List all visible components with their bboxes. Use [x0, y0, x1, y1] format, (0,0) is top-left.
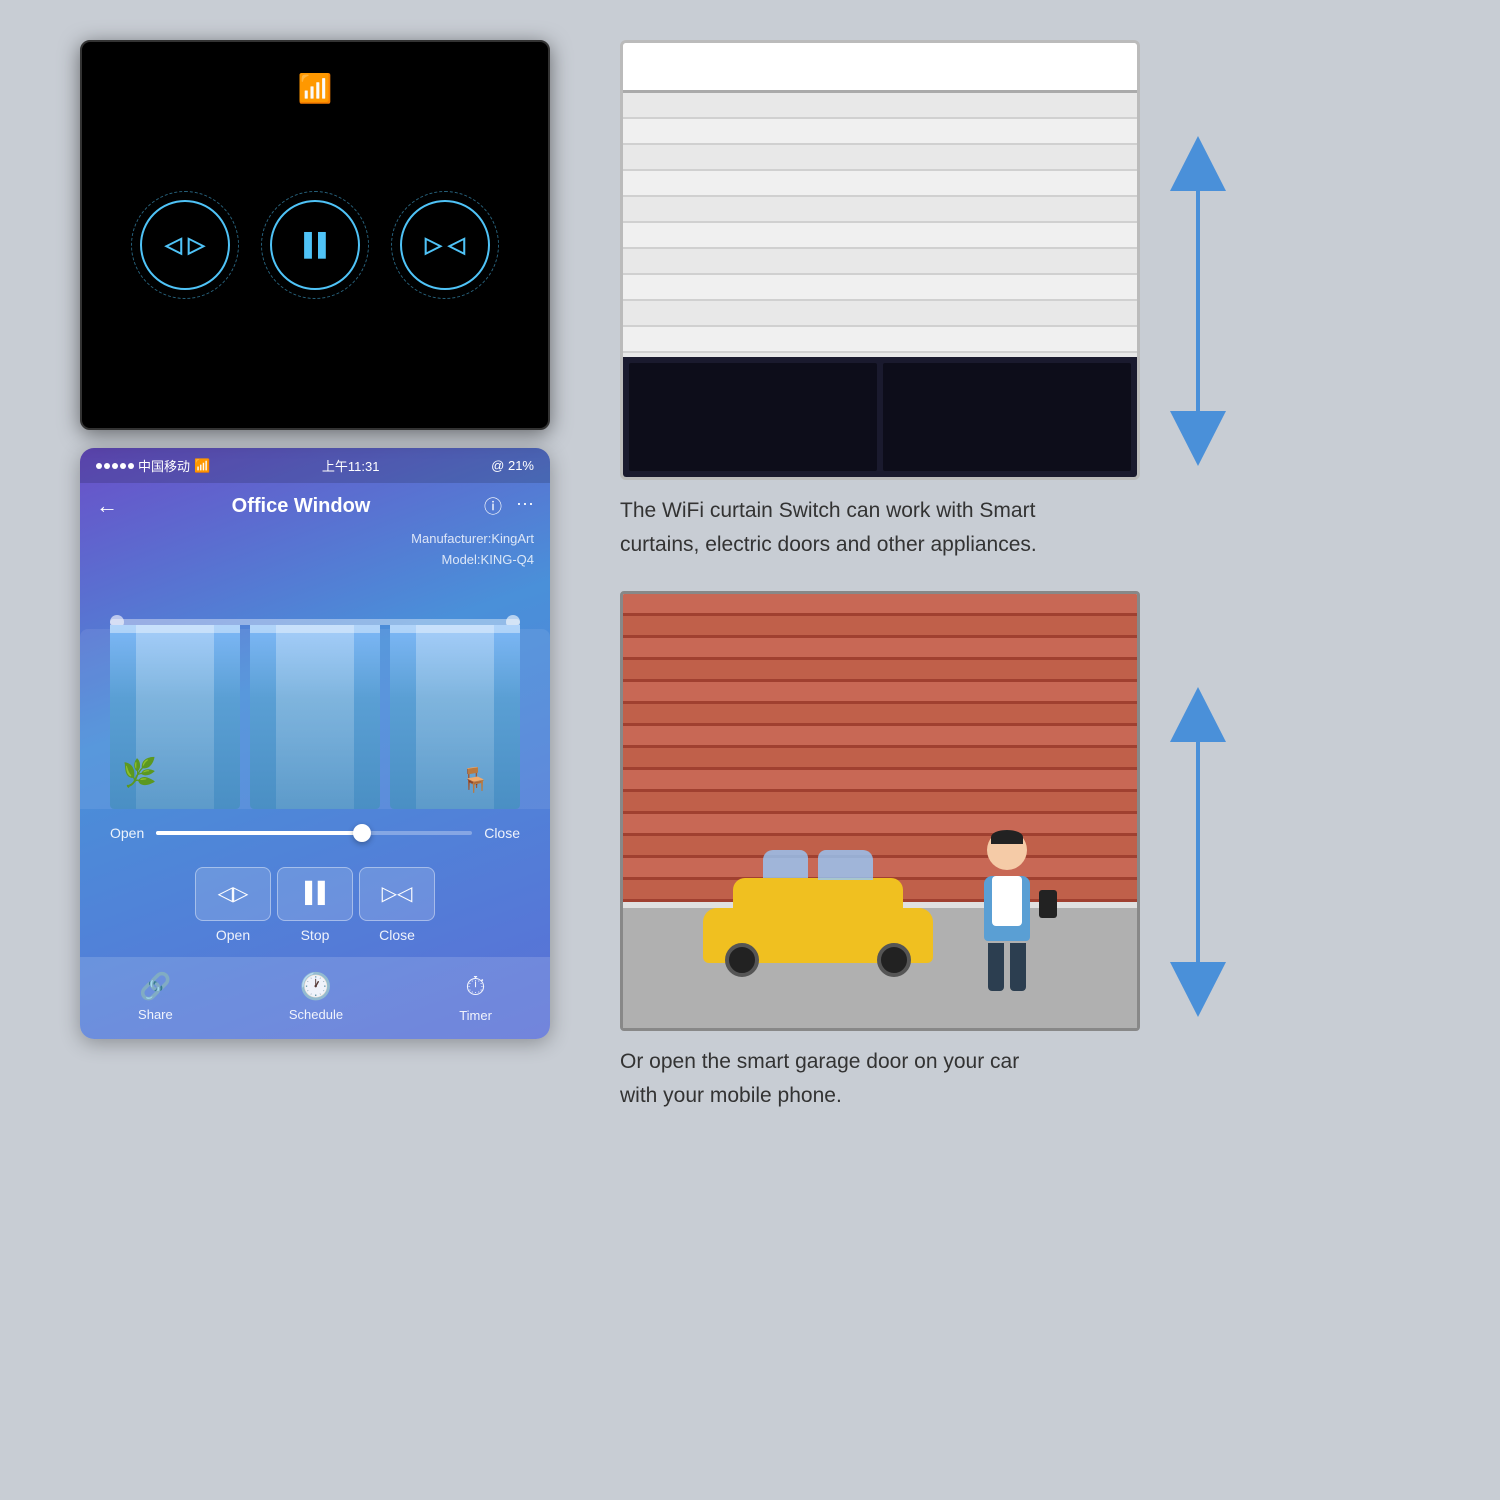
- arrows-connector: [1196, 191, 1200, 411]
- close-button[interactable]: ▷◁: [359, 867, 435, 921]
- garage-desc-line2: with your mobile phone.: [620, 1079, 1140, 1113]
- carrier-label: 中国移动: [138, 456, 190, 475]
- plant-icon: 🌿: [122, 756, 157, 789]
- open-button-label: Open: [216, 927, 250, 943]
- garage-arrow-up-icon: [1170, 687, 1226, 742]
- back-icon[interactable]: ←: [96, 493, 118, 519]
- garage-arrow-down-icon: [1170, 962, 1226, 1017]
- slider-thumb[interactable]: [353, 824, 371, 842]
- share-label: Share: [138, 1007, 173, 1022]
- manufacturer-line1: Manufacturer:KingArt: [96, 529, 534, 550]
- close-label: Close: [484, 825, 520, 841]
- info-icon[interactable]: ⓘ: [484, 493, 502, 519]
- phone-app-ui: 中国移动 📶 上午11:31 @ 21% ← Office Window ⓘ ·…: [80, 448, 550, 1039]
- curtain-right: [390, 625, 520, 809]
- schedule-icon: 🕐: [300, 971, 332, 1002]
- manufacturer-info: Manufacturer:KingArt Model:KING-Q4: [80, 529, 550, 579]
- curtain-slider-section: Open Close: [80, 809, 550, 857]
- timer-icon: ⏱: [465, 971, 485, 1003]
- switch-buttons: ◁ ▷ ▐ ▌ ▷ ◁: [140, 200, 490, 290]
- right-column: The WiFi curtain Switch can work with Sm…: [620, 40, 1440, 1112]
- stop-button-wrap: ▐ ▌ Stop: [277, 867, 353, 943]
- bottom-nav: 🔗 Share 🕐 Schedule ⏱ Timer: [80, 957, 550, 1039]
- curtain-slider-track[interactable]: [156, 831, 472, 835]
- switch-btn-open[interactable]: ◁ ▷: [140, 200, 230, 290]
- manufacturer-line2: Model:KING-Q4: [96, 550, 534, 571]
- phone-header: ← Office Window ⓘ ···: [80, 483, 550, 529]
- person-hair: [991, 830, 1023, 844]
- garage-desc-line1: Or open the smart garage door on your ca…: [620, 1045, 1140, 1079]
- garage-section: Or open the smart garage door on your ca…: [620, 591, 1440, 1112]
- curtain-scene: 🌿 🪑: [80, 579, 550, 809]
- switch-btn-close[interactable]: ▷ ◁: [400, 200, 490, 290]
- stop-button[interactable]: ▐ ▌: [277, 867, 353, 921]
- window-glass-area: [623, 357, 1137, 477]
- signal-dots: [96, 463, 134, 469]
- car: [703, 908, 933, 988]
- nav-timer[interactable]: ⏱ Timer: [459, 971, 492, 1023]
- garage-description: Or open the smart garage door on your ca…: [620, 1031, 1140, 1112]
- timer-label: Timer: [459, 1008, 492, 1023]
- slider-fill: [156, 831, 361, 835]
- garage-illustration: [620, 591, 1140, 1031]
- roller-housing: [623, 43, 1137, 93]
- window-illustration: [620, 40, 1140, 480]
- device-title: Office Window: [232, 495, 371, 518]
- close-button-label: Close: [379, 927, 415, 943]
- status-bar: 中国移动 📶 上午11:31 @ 21%: [80, 448, 550, 483]
- car-window-front: [818, 850, 873, 880]
- person-phone-device: [1039, 890, 1057, 918]
- window-pane-left: [629, 363, 877, 471]
- person-leg-left: [988, 943, 1004, 991]
- arrow-up-icon: [1170, 136, 1226, 191]
- battery-label: @ 21%: [491, 458, 534, 473]
- open-label: Open: [110, 825, 144, 841]
- stop-icon: ▐ ▌: [296, 232, 333, 258]
- close-icon: ▷ ◁: [425, 232, 465, 258]
- garage-arrows-connector: [1196, 742, 1200, 962]
- car-wheel-front: [877, 943, 911, 977]
- more-icon[interactable]: ···: [516, 493, 534, 519]
- person-leg-right: [1010, 943, 1026, 991]
- window-desc-line1: The WiFi curtain Switch can work with Sm…: [620, 494, 1140, 528]
- stop-button-label: Stop: [301, 927, 330, 943]
- car-window-rear: [763, 850, 808, 878]
- window-description: The WiFi curtain Switch can work with Sm…: [620, 480, 1140, 561]
- control-buttons: ◁▷ Open ▐ ▌ Stop ▷◁ Close: [80, 857, 550, 957]
- garage-arrows: [1170, 632, 1226, 1072]
- header-icons: ⓘ ···: [484, 493, 534, 519]
- open-button-wrap: ◁▷ Open: [195, 867, 271, 943]
- share-icon: 🔗: [139, 971, 171, 1002]
- time-label: 上午11:31: [322, 456, 380, 475]
- person-legs: [967, 943, 1047, 991]
- person-shirt-inner: [992, 876, 1022, 926]
- arrow-down-icon: [1170, 411, 1226, 466]
- nightstand-icon: 🪑: [460, 766, 490, 795]
- car-body: [703, 908, 933, 963]
- switch-panel: 📶 ◁ ▷ ▐ ▌ ▷ ◁: [80, 40, 550, 430]
- curtain-center: [250, 625, 380, 809]
- close-button-wrap: ▷◁ Close: [359, 867, 435, 943]
- switch-btn-stop[interactable]: ▐ ▌: [270, 200, 360, 290]
- window-desc-line2: curtains, electric doors and other appli…: [620, 528, 1140, 562]
- wifi-status-icon: 📶: [194, 458, 210, 474]
- window-section: The WiFi curtain Switch can work with Sm…: [620, 40, 1440, 561]
- nav-schedule[interactable]: 🕐 Schedule: [289, 971, 343, 1022]
- person: [967, 830, 1047, 990]
- window-pane-right: [883, 363, 1131, 471]
- left-column: 📶 ◁ ▷ ▐ ▌ ▷ ◁ 中: [80, 40, 550, 1039]
- person-head: [987, 830, 1027, 870]
- open-icon: ◁ ▷: [165, 232, 205, 258]
- car-wheel-rear: [725, 943, 759, 977]
- nav-share[interactable]: 🔗 Share: [138, 971, 173, 1022]
- wifi-icon: 📶: [298, 72, 333, 105]
- garage-door-slats: [623, 594, 1137, 914]
- schedule-label: Schedule: [289, 1007, 343, 1022]
- status-left: 中国移动 📶: [96, 456, 210, 475]
- open-button[interactable]: ◁▷: [195, 867, 271, 921]
- person-body: [984, 876, 1030, 941]
- window-arrows: [1170, 81, 1226, 521]
